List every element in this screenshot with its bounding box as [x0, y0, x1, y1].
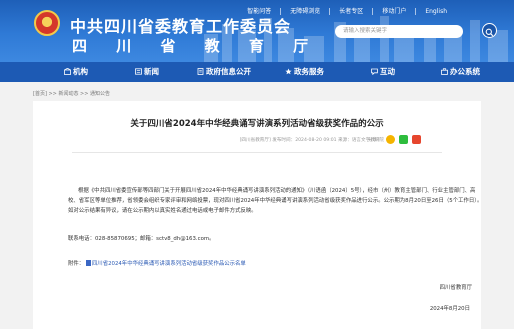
share-bar: 分享：	[368, 135, 421, 144]
info-icon	[197, 68, 204, 75]
nav-label: 政府信息公开	[206, 67, 251, 76]
site-subtitle: 四 川 省 教 育 厅	[72, 37, 321, 55]
signature-org: 四川省教育厅	[439, 285, 472, 291]
nav-item-service[interactable]: 政务服务	[285, 62, 324, 82]
search-button[interactable]	[482, 23, 497, 38]
attachment-line: 附件： 四川省2024年中华经典诵写讲演系列活动省级获奖作品公示名单	[68, 259, 486, 269]
interact-icon	[371, 68, 378, 75]
search-icon	[485, 28, 494, 37]
breadcrumb[interactable]: [首页] >> 新闻动态 >> 通知公告	[33, 90, 110, 97]
nav-label: 机构	[73, 67, 88, 76]
search-input[interactable]: 请输入搜索关键字	[335, 25, 463, 38]
article-paragraph: 根据《中共四川省委宣传部等四部门关于开展四川省2024年中华经典诵写讲演系列活动…	[68, 188, 483, 214]
article-title: 关于四川省2024年中华经典诵写讲演系列活动省级获奖作品的公示	[130, 119, 384, 129]
attachment-label: 附件：	[68, 261, 85, 267]
document-icon	[85, 260, 91, 266]
weibo-share-icon[interactable]	[411, 135, 421, 144]
title-divider	[72, 152, 442, 153]
share-label: 分享：	[368, 137, 382, 143]
top-link-english[interactable]: English	[416, 8, 456, 15]
main-nav: 机构 新闻 政府信息公开 政务服务 互动 办公系统	[0, 62, 514, 82]
attachment-link[interactable]: 四川省2024年中华经典诵写讲演系列活动省级获奖作品公示名单	[92, 261, 246, 267]
org-icon	[64, 68, 71, 75]
contact-line: 联系电话：028-85870695；邮箱：sctv8_dh@163.com。	[68, 236, 215, 242]
top-link-qa[interactable]: 智能问答	[238, 8, 282, 15]
office-icon	[441, 68, 448, 75]
news-icon	[135, 68, 142, 75]
nav-label: 政务服务	[294, 67, 324, 76]
top-links: 智能问答 无障碍浏览 长者专区 移动门户 English	[238, 8, 456, 15]
nav-label: 新闻	[144, 67, 159, 76]
national-emblem-logo	[34, 10, 60, 36]
service-icon	[285, 68, 292, 75]
article-meta: [四川省教育厅] 发布时间：2024-08-20 09:01 来源：语言文字教研…	[239, 138, 384, 143]
site-title: 中共四川省委教育工作委员会	[70, 17, 292, 36]
nav-item-org[interactable]: 机构	[64, 62, 88, 82]
nav-item-info[interactable]: 政府信息公开	[197, 62, 251, 82]
nav-label: 办公系统	[450, 67, 480, 76]
nav-label: 互动	[380, 67, 395, 76]
nav-item-interact[interactable]: 互动	[371, 62, 395, 82]
top-link-elder[interactable]: 长者专区	[330, 8, 374, 15]
qzone-share-icon[interactable]	[385, 135, 395, 144]
nav-item-office[interactable]: 办公系统	[441, 62, 480, 82]
top-link-mobile[interactable]: 移动门户	[373, 8, 417, 15]
top-link-accessibility[interactable]: 无障碍浏览	[281, 8, 331, 15]
signature-date: 2024年8月20日	[429, 306, 470, 312]
wechat-share-icon[interactable]	[398, 135, 408, 144]
nav-item-news[interactable]: 新闻	[135, 62, 159, 82]
site-header: 中共四川省委教育工作委员会 四 川 省 教 育 厅 智能问答 无障碍浏览 长者专…	[0, 0, 514, 62]
